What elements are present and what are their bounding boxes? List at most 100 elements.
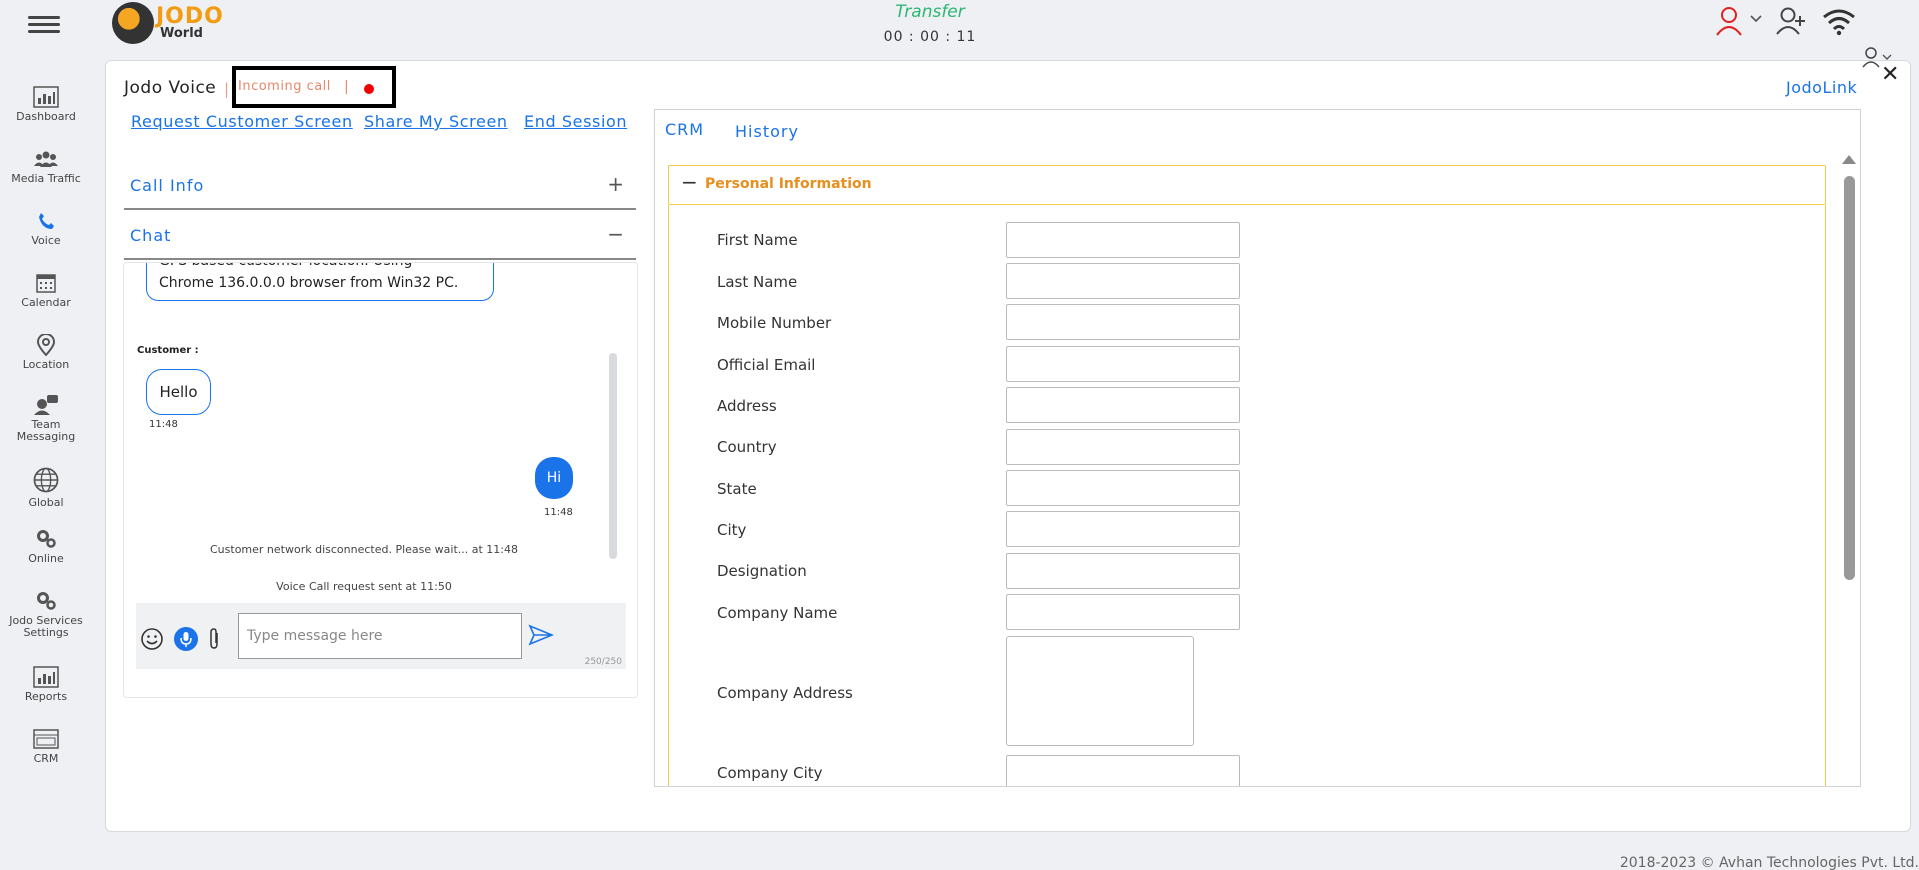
logo-subtext: World <box>160 26 203 41</box>
country-input[interactable] <box>1006 429 1240 465</box>
field-label: First Name <box>717 231 798 249</box>
transfer-status[interactable]: Transfer <box>860 2 1000 22</box>
media-traffic-icon <box>34 151 58 167</box>
sidebar-item-label: Reports <box>24 690 68 703</box>
company-address-textarea[interactable] <box>1006 636 1194 746</box>
sidebar-item-dashboard[interactable]: Dashboard <box>0 86 92 123</box>
field-label: Company City <box>717 764 823 782</box>
sidebar-item-label: Online <box>28 552 64 565</box>
sidebar-item-label: Media Traffic <box>11 172 81 185</box>
logo-globe-icon <box>112 2 154 44</box>
gears-icon <box>37 530 56 548</box>
sidebar-item-voice[interactable]: Voice <box>0 210 92 247</box>
last-name-input[interactable] <box>1006 263 1240 299</box>
close-icon[interactable]: ✕ <box>1881 64 1899 86</box>
company-city-input[interactable] <box>1006 755 1240 786</box>
agent-message-bubble: Hi <box>535 457 573 499</box>
city-input[interactable] <box>1006 511 1240 547</box>
chat-message-bubble: GPS based customer location. Using Chrom… <box>146 263 494 301</box>
message-text: Chrome 136.0.0.0 browser from Win32 PC. <box>159 275 459 291</box>
official-email-input[interactable] <box>1006 346 1240 382</box>
system-message: Customer network disconnected. Please wa… <box>210 543 518 556</box>
share-my-screen-link[interactable]: Share My Screen <box>364 112 508 131</box>
sidebar-item-reports[interactable]: Reports <box>0 666 92 703</box>
status-separator: | <box>344 79 349 95</box>
address-input[interactable] <box>1006 387 1240 423</box>
sidebar-item-global[interactable]: Global <box>0 466 92 509</box>
send-icon[interactable] <box>528 623 554 647</box>
wifi-icon <box>1823 9 1855 36</box>
request-customer-screen-link[interactable]: Request Customer Screen <box>131 112 353 131</box>
message-input[interactable] <box>238 613 522 659</box>
section-title: Personal Information <box>705 176 872 192</box>
state-input[interactable] <box>1006 470 1240 506</box>
designation-input[interactable] <box>1006 553 1240 589</box>
field-label: Mobile Number <box>717 314 832 332</box>
sidebar-item-label: Calendar <box>21 296 71 309</box>
footer-copyright: 2018-2023 © Avhan Technologies Pvt. Ltd. <box>1619 855 1919 870</box>
dashboard-icon <box>33 86 59 108</box>
sidebar-item-label: Location <box>22 358 70 371</box>
tab-crm[interactable]: CRM <box>665 120 704 139</box>
chat-accordion[interactable]: Chat − <box>124 212 636 260</box>
field-label: Country <box>717 438 777 456</box>
menu-icon[interactable] <box>28 12 60 36</box>
personal-information-form: First Name Last Name Mobile Number Offic… <box>668 205 1826 786</box>
collapse-icon[interactable]: − <box>681 170 698 194</box>
chat-scrollbar[interactable] <box>609 353 617 559</box>
end-session-link[interactable]: End Session <box>524 112 627 131</box>
system-message: Voice Call request sent at 11:50 <box>276 580 452 593</box>
crm-panel: CRM History − Personal Information First… <box>654 109 1861 787</box>
tab-history[interactable]: History <box>735 122 799 141</box>
first-name-input[interactable] <box>1006 222 1240 258</box>
calendar-icon <box>36 274 56 293</box>
phone-icon <box>39 213 54 229</box>
gears-icon <box>37 592 56 610</box>
company-name-input[interactable] <box>1006 594 1240 630</box>
sidebar-item-location[interactable]: Location <box>0 334 92 371</box>
session-title: Jodo Voice <box>124 78 217 98</box>
scroll-up-arrow-icon[interactable] <box>1842 155 1856 164</box>
paperclip-icon[interactable] <box>206 627 222 651</box>
sidebar-item-jodo-services-settings[interactable]: Jodo Services Settings <box>0 590 92 639</box>
microphone-icon[interactable] <box>174 627 198 651</box>
title-separator: | <box>224 80 230 98</box>
sidebar-item-media-traffic[interactable]: Media Traffic <box>0 148 92 185</box>
field-label: State <box>717 480 757 498</box>
sidebar-item-team-messaging[interactable]: Team Messaging <box>0 394 92 443</box>
expand-icon[interactable]: + <box>607 172 624 196</box>
mobile-number-input[interactable] <box>1006 304 1240 340</box>
emoji-icon[interactable] <box>140 627 164 651</box>
reports-icon <box>33 666 59 688</box>
message-composer: 250/250 <box>136 603 626 669</box>
team-messaging-icon <box>34 395 58 415</box>
logo: JODO World <box>112 2 242 46</box>
message-text: GPS based customer location. Using <box>159 263 481 272</box>
agent-status-icon[interactable] <box>1716 6 1744 36</box>
crm-scrollbar[interactable] <box>1844 176 1855 580</box>
add-user-icon[interactable] <box>1776 6 1808 36</box>
globe-icon <box>33 467 59 493</box>
personal-information-header[interactable]: − Personal Information <box>668 165 1826 205</box>
field-label: Official Email <box>717 356 816 374</box>
jodolink-link[interactable]: JodoLink <box>1786 78 1857 97</box>
chevron-down-icon[interactable] <box>1750 14 1762 24</box>
sidebar-item-calendar[interactable]: Calendar <box>0 272 92 309</box>
field-label: Company Name <box>717 604 838 622</box>
top-bar: JODO World Transfer 00 : 00 : 11 <box>0 0 1919 58</box>
customer-message-bubble: Hello <box>146 369 211 415</box>
sidebar-item-online[interactable]: Online <box>0 528 92 565</box>
field-label: City <box>717 521 747 539</box>
incoming-call-status: Incoming call <box>238 79 331 94</box>
field-label: Address <box>717 397 777 415</box>
message-time: 11:48 <box>149 419 178 430</box>
call-info-accordion[interactable]: Call Info + <box>124 162 636 210</box>
chat-panel: GPS based customer location. Using Chrom… <box>123 262 638 698</box>
sender-label: Customer : <box>137 345 199 356</box>
sidebar-item-label: Voice <box>31 234 61 247</box>
sidebar-item-label: Jodo Services Settings <box>9 614 83 639</box>
sidebar-item-crm[interactable]: CRM <box>0 728 92 765</box>
collapse-icon[interactable]: − <box>607 222 624 246</box>
sidebar-item-label: Team Messaging <box>16 418 76 443</box>
sidebar-item-label: Global <box>28 496 64 509</box>
